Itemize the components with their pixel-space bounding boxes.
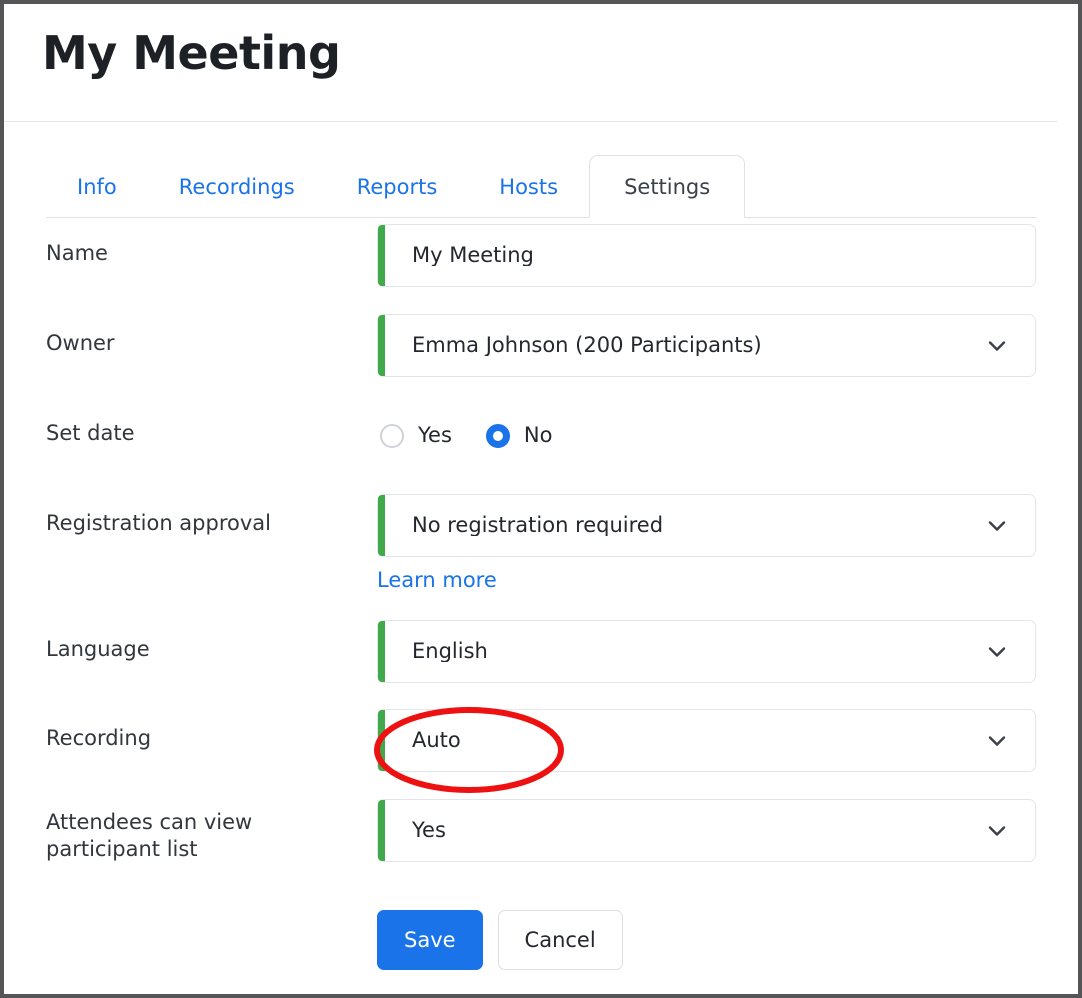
name-input[interactable]: My Meeting [377, 224, 1036, 287]
tab-list: Info Recordings Reports Hosts Settings [46, 155, 1036, 218]
set-date-radio-no[interactable]: No [485, 423, 553, 448]
name-input-value: My Meeting [412, 245, 534, 266]
tab-hosts-label: Hosts [499, 174, 559, 199]
attendees-view-participant-list-label: Attendees can view participant list [46, 810, 253, 861]
tab-recordings-label: Recordings [178, 174, 295, 199]
form-actions: Save Cancel [377, 910, 1036, 970]
attendees-view-participant-list-value: Yes [412, 820, 446, 841]
registration-approval-value: No registration required [412, 515, 664, 536]
language-select[interactable]: English [377, 620, 1036, 683]
name-control: My Meeting [377, 224, 1036, 287]
set-date-control: Yes No [377, 404, 1036, 467]
recording-select[interactable]: Auto [377, 709, 1036, 772]
field-row-attendees-view-participant-list: Attendees can view participant list Yes [46, 799, 1036, 894]
radio-unchecked-icon [380, 423, 404, 448]
page-header: My Meeting [4, 4, 1058, 122]
tab-settings[interactable]: Settings [589, 155, 746, 218]
tab-bar: Info Recordings Reports Hosts Settings [46, 155, 1036, 218]
attendees-view-participant-list-control: Yes [377, 799, 1036, 862]
language-control: English [377, 620, 1036, 683]
tab-info[interactable]: Info [46, 155, 148, 218]
registration-approval-control: No registration required Learn more [377, 494, 1036, 592]
page-title: My Meeting [42, 26, 341, 80]
field-row-owner: Owner Emma Johnson (200 Participants) [46, 314, 1036, 404]
tab-settings-label: Settings [624, 174, 711, 199]
set-date-label: Set date [46, 421, 135, 445]
set-date-radio-yes[interactable]: Yes [380, 423, 452, 448]
registration-approval-select[interactable]: No registration required [377, 494, 1036, 557]
language-select-value: English [412, 641, 488, 662]
registration-approval-label: Registration approval [46, 511, 271, 535]
tab-info-label: Info [77, 174, 117, 199]
chevron-down-icon [987, 336, 1007, 356]
field-row-registration-approval: Registration approval No registration re… [46, 494, 1036, 620]
owner-label: Owner [46, 331, 115, 355]
set-date-radio-yes-label: Yes [418, 423, 452, 447]
cancel-button[interactable]: Cancel [497, 910, 623, 970]
owner-control: Emma Johnson (200 Participants) [377, 314, 1036, 377]
recording-control: Auto [377, 709, 1036, 772]
set-date-radio-no-label: No [523, 423, 553, 447]
recording-select-value: Auto [412, 730, 461, 751]
chevron-down-icon [987, 731, 1007, 751]
set-date-radio-group: Yes No [377, 404, 1036, 467]
tab-recordings[interactable]: Recordings [148, 155, 326, 218]
tab-reports[interactable]: Reports [326, 155, 469, 218]
language-label: Language [46, 637, 150, 661]
chevron-down-icon [987, 642, 1007, 662]
attendees-view-participant-list-select[interactable]: Yes [377, 799, 1036, 862]
tab-reports-label: Reports [356, 174, 438, 199]
radio-checked-icon [485, 423, 510, 448]
settings-form: Name My Meeting Owner Emma Johnson (200 … [46, 218, 1036, 894]
recording-label: Recording [46, 726, 152, 750]
chevron-down-icon [987, 821, 1007, 841]
owner-select[interactable]: Emma Johnson (200 Participants) [377, 314, 1036, 377]
name-label: Name [46, 241, 108, 265]
app-window: My Meeting Info Recordings Reports Hosts… [0, 0, 1082, 998]
field-row-set-date: Set date Yes No [46, 404, 1036, 494]
chevron-down-icon [987, 516, 1007, 536]
learn-more-link[interactable]: Learn more [377, 568, 497, 592]
save-button[interactable]: Save [377, 910, 483, 970]
tab-hosts[interactable]: Hosts [468, 155, 589, 218]
field-row-language: Language English [46, 620, 1036, 709]
field-row-name: Name My Meeting [46, 224, 1036, 314]
owner-select-value: Emma Johnson (200 Participants) [412, 335, 762, 356]
field-row-recording: Recording Auto [46, 709, 1036, 799]
